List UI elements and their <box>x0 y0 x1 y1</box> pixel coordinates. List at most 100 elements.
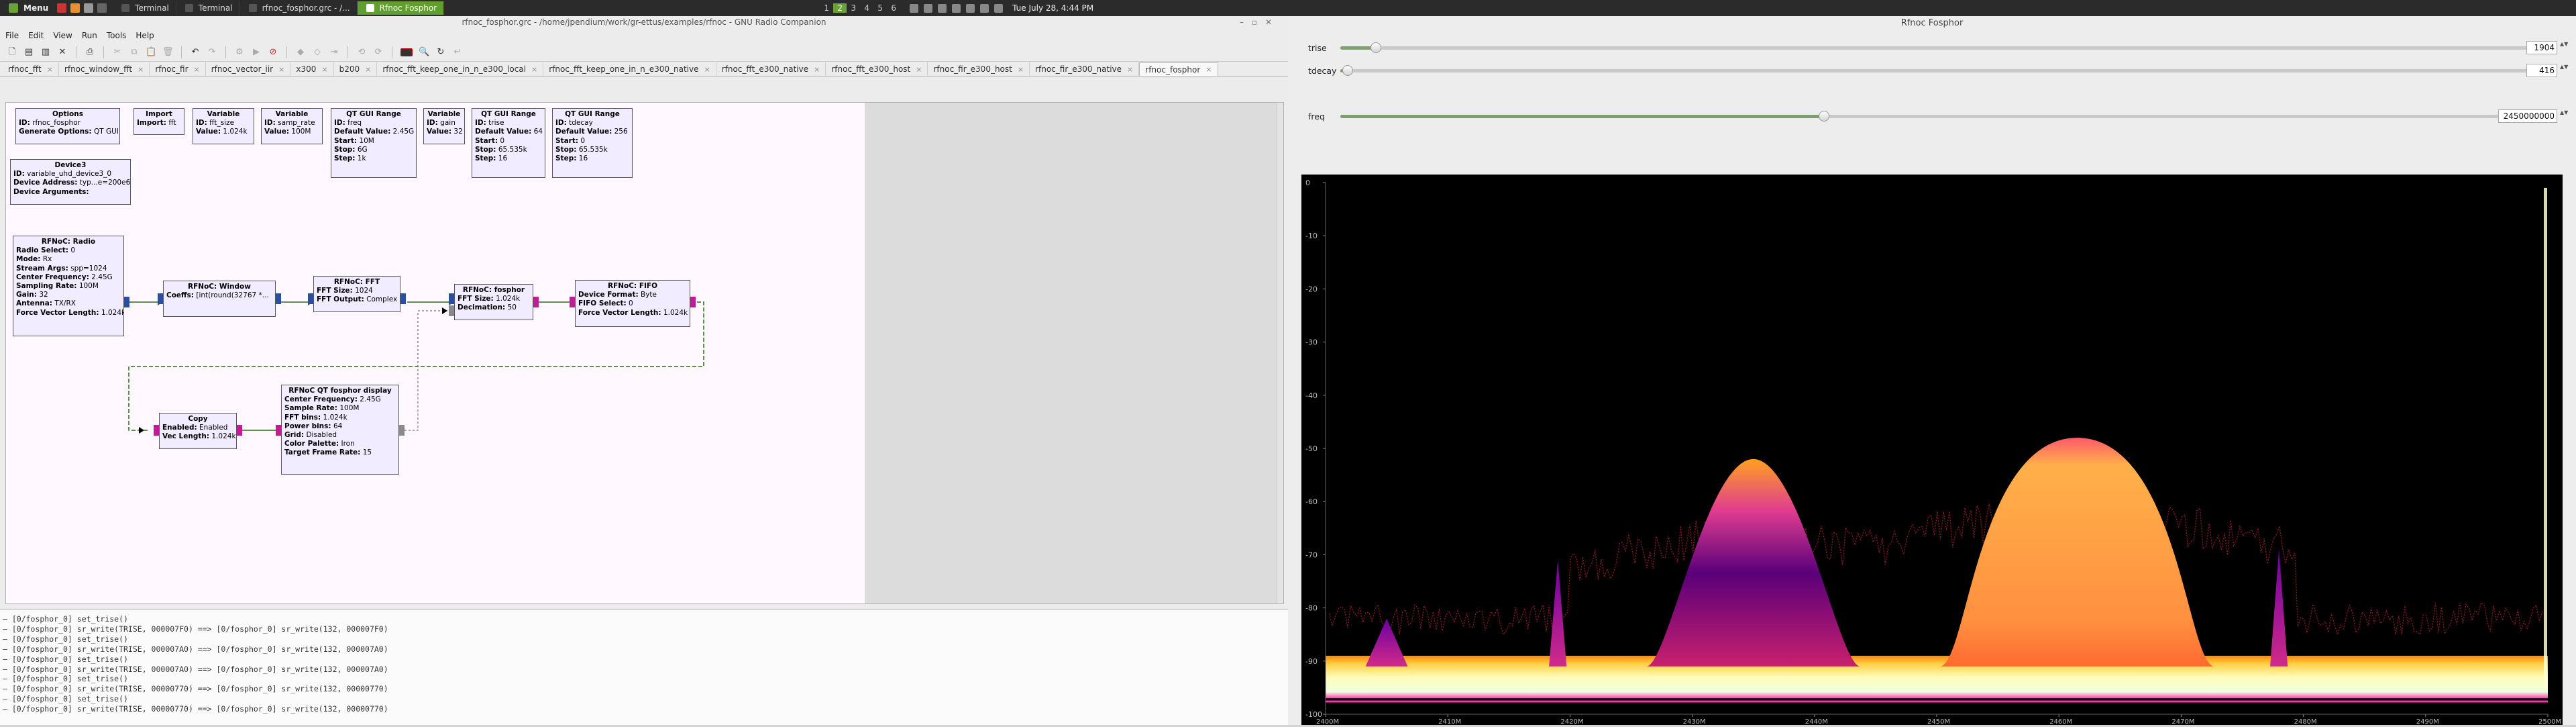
tab-close-icon[interactable]: × <box>814 65 820 74</box>
volume-icon[interactable] <box>994 3 1004 13</box>
taskbar-task[interactable]: Rfnoc Fosphor <box>357 1 445 15</box>
block-range-tdecay[interactable]: QT GUI Range ID: tdecay Default Value: 256… <box>552 108 633 178</box>
tab-close-icon[interactable]: × <box>365 65 371 74</box>
menu-run[interactable]: Run <box>82 31 97 40</box>
slider-handle[interactable] <box>1818 111 1829 122</box>
taskbar-task[interactable]: Terminal <box>176 1 240 15</box>
save-icon[interactable]: ▥ <box>40 47 51 58</box>
bluetooth-icon[interactable] <box>924 3 933 13</box>
tab-rfnoc_window_fft[interactable]: rfnoc_window_fft × <box>59 62 150 76</box>
copy-icon[interactable]: ⧉ <box>129 47 140 58</box>
menu-help[interactable]: Help <box>136 31 154 40</box>
tab-rfnoc_fir_e300_native[interactable]: rfnoc_fir_e300_native × <box>1030 62 1140 76</box>
paste-icon[interactable]: 📋 <box>146 47 156 58</box>
slider-freq[interactable] <box>1340 111 2522 122</box>
canvas-scrollbar[interactable] <box>1277 103 1283 603</box>
tab-rfnoc_vector_iir[interactable]: rfnoc_vector_iir × <box>206 62 291 76</box>
window-controls[interactable]: –▫✕ <box>1240 16 1280 28</box>
spinbox-freq[interactable]: 2450000000 <box>2498 109 2557 123</box>
tab-rfnoc_fft_keep_one_in_n_e300_native[interactable]: rfnoc_fft_keep_one_in_n_e300_native × <box>543 62 716 76</box>
enable-icon[interactable]: ◆ <box>295 47 306 58</box>
tab-close-icon[interactable]: × <box>278 65 284 74</box>
tab-rfnoc_fosphor[interactable]: rfnoc_fosphor × <box>1139 62 1218 76</box>
terminal-icon[interactable] <box>400 48 413 56</box>
block-range-trise[interactable]: QT GUI Range ID: trise Default Value: 64 St… <box>472 108 545 178</box>
taskbar-task[interactable]: rfnoc_fosphor.grc - /... <box>240 1 358 15</box>
workspace-button[interactable]: 2 <box>833 3 847 13</box>
fosphor-title-bar[interactable]: Rfnoc Fosphor <box>1288 16 2576 31</box>
workspace-button[interactable]: 3 <box>847 3 860 13</box>
grc-title-bar[interactable]: rfnoc_fosphor.grc - /home/jpendium/work/… <box>0 16 1288 28</box>
spin-arrows-icon[interactable]: ▲▼ <box>2560 109 2568 123</box>
block-variable-samp-rate[interactable]: Variable ID: samp_rate Value: 100M <box>261 108 323 144</box>
tab-close-icon[interactable]: × <box>1018 65 1024 74</box>
tab-rfnoc_fir_e300_host[interactable]: rfnoc_fir_e300_host × <box>928 62 1030 76</box>
tab-close-icon[interactable]: × <box>1127 65 1133 74</box>
delete-icon[interactable]: 🗑 <box>162 47 174 58</box>
network-icon[interactable] <box>980 3 989 13</box>
disable-icon[interactable]: ◇ <box>312 47 323 58</box>
display-in-port[interactable] <box>276 425 281 436</box>
reload-icon[interactable]: ↻ <box>435 47 446 58</box>
bypass-icon[interactable]: ⇥ <box>329 47 339 58</box>
tab-close-icon[interactable]: × <box>916 65 922 74</box>
workspace-button[interactable]: 5 <box>873 3 887 13</box>
block-rfnoc-fft[interactable]: RFNoC: FFT FFT Size: 1024 FFT Output: Comp… <box>313 276 400 312</box>
open-icon[interactable]: ▤ <box>23 47 34 58</box>
block-rfnoc-qt-fosphor-display[interactable]: RFNoC QT fosphor display Center Frequency… <box>281 385 399 475</box>
flowgraph-canvas[interactable]: Options ID: rfnoc_fosphor Generate Options… <box>6 103 865 603</box>
spinbox-trise[interactable]: 1904 <box>2526 41 2557 54</box>
radio-out-port[interactable] <box>124 297 129 307</box>
block-range-freq[interactable]: QT GUI Range ID: freq Default Value: 2.45G… <box>331 108 417 178</box>
spin-arrows-icon[interactable]: ▲▼ <box>2560 64 2568 77</box>
terminal-launcher-icon[interactable] <box>57 3 67 13</box>
copy-in-port[interactable] <box>154 425 159 436</box>
fifo-in-port[interactable] <box>570 297 575 307</box>
menu-edit[interactable]: Edit <box>28 31 44 40</box>
generate-icon[interactable]: ⚙ <box>234 47 245 58</box>
menu-file[interactable]: File <box>5 31 19 40</box>
block-rfnoc-window[interactable]: RFNoC: Window Coeffs: [int(round(32767 *.… <box>163 281 276 317</box>
terminal-small-icon[interactable] <box>97 3 107 13</box>
taskbar-task[interactable]: Terminal <box>113 1 176 15</box>
tab-rfnoc_fft_e300_host[interactable]: rfnoc_fft_e300_host × <box>826 62 928 76</box>
copy-out-port[interactable] <box>237 425 242 436</box>
slider-tdecay[interactable] <box>1340 65 2556 76</box>
tab-rfnoc_fft_e300_native[interactable]: rfnoc_fft_e300_native × <box>716 62 826 76</box>
block-rfnoc-fifo[interactable]: RFNoC: FIFO Device Format: Byte FIFO Selec… <box>575 280 690 327</box>
spinbox-tdecay[interactable]: 416 <box>2526 64 2557 77</box>
slider-handle[interactable] <box>1342 65 1353 76</box>
tab-b200[interactable]: b200 × <box>334 62 378 76</box>
tab-close-icon[interactable]: × <box>321 65 327 74</box>
execute-icon[interactable]: ▶ <box>251 47 262 58</box>
cut-icon[interactable]: ✂ <box>112 47 123 58</box>
tab-rfnoc_fft[interactable]: rfnoc_fft × <box>3 62 59 76</box>
menu-tools[interactable]: Tools <box>107 31 127 40</box>
block-copy[interactable]: Copy Enabled: Enabled Vec Length: 1.024k <box>159 413 237 449</box>
tab-rfnoc_fir[interactable]: rfnoc_fir × <box>150 62 206 76</box>
redo-icon[interactable]: ↷ <box>207 47 217 58</box>
undo-icon[interactable]: ↶ <box>190 47 201 58</box>
close-icon[interactable]: ✕ <box>57 47 68 58</box>
block-rfnoc-radio[interactable]: RFNoC: Radio Radio Select: 0 Mode: Rx Strea… <box>13 236 124 336</box>
clock[interactable]: Tue July 28, 4:44 PM <box>1012 3 1093 13</box>
tab-close-icon[interactable]: × <box>194 65 200 74</box>
tab-close-icon[interactable]: × <box>47 65 53 74</box>
slider-handle[interactable] <box>1370 42 1381 53</box>
tab-close-icon[interactable]: × <box>1205 65 1212 74</box>
fosphor-out-port[interactable] <box>533 297 539 307</box>
window-in-port[interactable] <box>158 293 163 304</box>
fft-out-port[interactable] <box>400 293 406 304</box>
files-launcher-icon[interactable] <box>84 3 94 13</box>
tab-close-icon[interactable]: × <box>704 65 710 74</box>
block-import[interactable]: Import Import: fft <box>133 108 184 135</box>
find-icon[interactable]: 🔍 <box>419 47 429 58</box>
rotate-left-icon[interactable]: ⟲ <box>356 47 367 58</box>
music-icon[interactable] <box>938 3 947 13</box>
block-rfnoc-fosphor[interactable]: RFNoC: fosphor FFT Size: 1.024k Decimation… <box>454 284 533 320</box>
chat-icon[interactable] <box>910 3 919 13</box>
workspace-button[interactable]: 4 <box>860 3 873 13</box>
kill-icon[interactable]: ⊘ <box>268 47 278 58</box>
fosphor-msg-port[interactable] <box>449 305 454 316</box>
tab-rfnoc_fft_keep_one_in_n_e300_local[interactable]: rfnoc_fft_keep_one_in_n_e300_local × <box>377 62 544 76</box>
